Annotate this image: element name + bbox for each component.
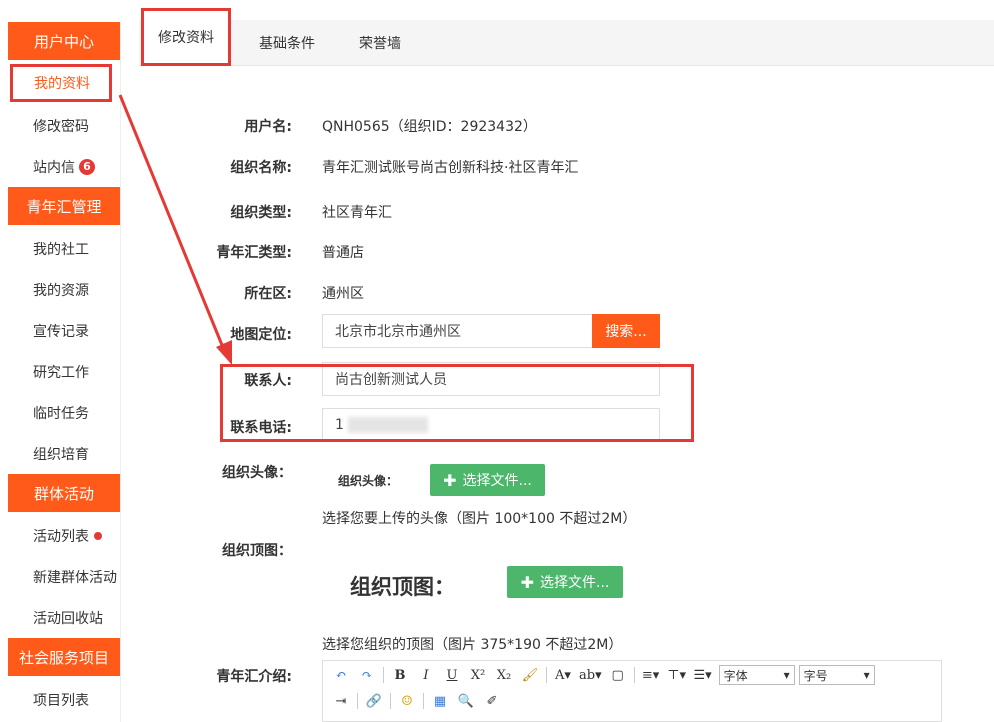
toolbar-separator (633, 667, 635, 683)
highlight-icon[interactable]: ab▾ (579, 665, 602, 685)
font-family-value: 字体 (723, 668, 748, 683)
plus-icon: ✚ (443, 470, 457, 490)
avatar-inner-label: 组织头像： (338, 474, 399, 488)
qnh-type-label: 青年汇类型: (216, 245, 292, 261)
plus-icon: ✚ (520, 572, 535, 592)
tab-bar: 修改资料 基础条件 荣誉墙 (139, 8, 994, 66)
indent-icon[interactable]: ⇥ (331, 691, 351, 711)
link-icon[interactable]: 🔗 (364, 691, 384, 711)
cover-inner-label: 组织顶图： (350, 575, 455, 599)
clear-format-icon[interactable]: ▢ (608, 665, 628, 685)
table-icon[interactable]: ▦ (430, 691, 450, 711)
username-value: QNH0565（组织ID：2923432） (322, 119, 537, 135)
tab-edit-profile[interactable]: 修改资料 (141, 8, 231, 66)
redo-icon[interactable]: ↷ (357, 665, 377, 685)
subscript-icon[interactable]: X₂ (494, 665, 514, 685)
notification-dot (94, 531, 102, 540)
toolbar-separator (383, 667, 384, 683)
toolbar-separator (423, 693, 424, 709)
choose-cover-file-button[interactable]: ✚ 选择文件... (507, 566, 623, 598)
district-label: 所在区: (244, 286, 292, 302)
italic-icon[interactable]: I (416, 665, 436, 685)
tab-honor-wall[interactable]: 荣誉墙 (359, 20, 401, 65)
dropdown-arrow-icon: ▾ (783, 668, 790, 682)
format-painter-icon[interactable]: 🖌 (520, 665, 540, 685)
cover-hint: 选择您组织的顶图（图片 375*190 不超过2M） (322, 637, 623, 653)
undo-icon[interactable]: ↶ (331, 665, 351, 685)
toolbar-separator (546, 667, 547, 683)
choose-file-label: 选择文件... (462, 473, 532, 489)
org-type-label: 组织类型: (230, 205, 292, 221)
sidebar-item-new-group-activity[interactable]: 新建群体活动 (8, 556, 120, 597)
avatar-label: 组织头像： (222, 465, 292, 481)
sidebar-group-user-center[interactable]: 用户中心 (8, 22, 120, 60)
choose-avatar-file-button[interactable]: ✚ 选择文件... (430, 464, 545, 496)
dropdown-arrow-icon: ▾ (863, 668, 870, 682)
annotation-arrow (118, 94, 232, 365)
superscript-icon[interactable]: X² (468, 665, 488, 685)
toolbar-separator (390, 693, 391, 709)
qnh-type-value: 普通店 (322, 245, 364, 261)
sidebar-item-activity-recycle-bin[interactable]: 活动回收站 (8, 597, 120, 638)
avatar-hint: 选择您要上传的头像（图片 100*100 不超过2M） (322, 511, 637, 527)
font-size-select[interactable]: 字号 ▾ (798, 665, 875, 685)
district-value: 通州区 (322, 286, 364, 302)
bold-icon[interactable]: B (390, 665, 410, 685)
font-family-select[interactable]: 字体 ▾ (718, 665, 795, 685)
toolbar-separator (357, 693, 358, 709)
line-spacing-icon[interactable]: ☰▾ (693, 665, 713, 685)
emoji-icon[interactable]: ☺ (397, 691, 417, 711)
sidebar-item-my-profile[interactable]: 我的资料 (10, 64, 112, 102)
tab-basic-conditions[interactable]: 基础条件 (259, 20, 315, 65)
rich-text-editor[interactable]: ↶ ↷ B I U X² X₂ 🖌 A▾ ab▾ ▢ ≡▾ ⊤▾ ☰▾ 字体 ▾ … (322, 660, 942, 722)
editor-toolbar-row-2: ⇥ 🔗 ☺ ▦ 🔍 ✐ (331, 689, 508, 713)
underline-icon[interactable]: U (442, 665, 462, 685)
find-icon[interactable]: 🔍 (456, 691, 476, 711)
contact-highlight-box (220, 364, 694, 442)
editor-toolbar-row-1: ↶ ↷ B I U X² X₂ 🖌 A▾ ab▾ ▢ ≡▾ ⊤▾ ☰▾ 字体 ▾ … (331, 663, 879, 687)
username-label: 用户名: (244, 119, 292, 135)
choose-file-label: 选择文件... (540, 575, 610, 591)
map-location-input[interactable]: 北京市北京市通州区 (322, 314, 594, 348)
cover-label: 组织顶图： (222, 543, 292, 559)
org-name-label: 组织名称: (230, 160, 292, 176)
org-name-value: 青年汇测试账号尚古创新科技·社区青年汇 (322, 160, 579, 176)
org-type-value: 社区青年汇 (322, 205, 392, 221)
align-icon[interactable]: ≡▾ (641, 665, 661, 685)
eraser-icon[interactable]: ✐ (482, 691, 502, 711)
font-size-value: 字号 (803, 668, 828, 683)
font-color-icon[interactable]: A▾ (553, 665, 573, 685)
vertical-align-icon[interactable]: ⊤▾ (667, 665, 687, 685)
search-button[interactable]: 搜索... (592, 314, 660, 348)
intro-label: 青年汇介绍: (216, 669, 292, 685)
map-location-label: 地图定位: (230, 327, 292, 343)
